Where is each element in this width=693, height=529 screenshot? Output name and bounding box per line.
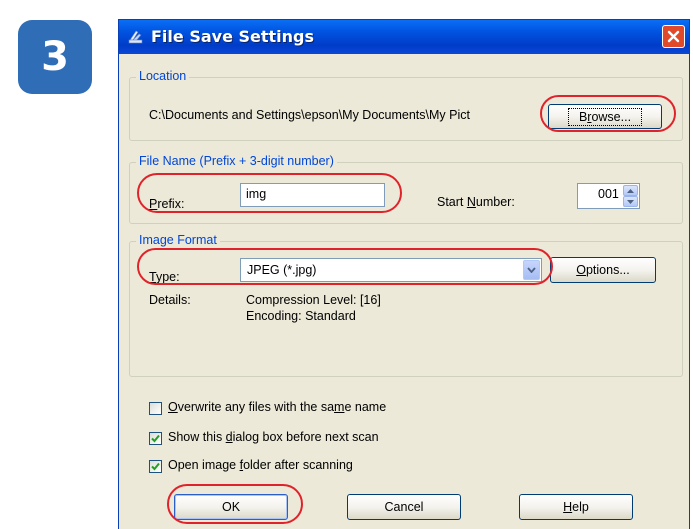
type-select-value: JPEG (*.jpg) <box>247 263 317 277</box>
checkmark-icon <box>151 462 160 471</box>
spin-down-button[interactable] <box>623 196 638 207</box>
open-folder-label[interactable]: Open image folder after scanning <box>168 458 353 472</box>
details-label: Details: <box>149 293 191 307</box>
options-button-label: Options... <box>576 263 630 277</box>
file-save-settings-dialog: File Save Settings Location C:\Documents… <box>118 19 690 529</box>
type-dropdown-button[interactable] <box>523 260 540 280</box>
checkmark-icon <box>151 434 160 443</box>
type-label: Type: <box>149 270 180 284</box>
type-select[interactable]: JPEG (*.jpg) <box>240 258 542 282</box>
details-compression: Compression Level: [16] <box>246 293 381 307</box>
start-number-spin[interactable] <box>623 185 638 207</box>
help-button-label: Help <box>563 500 589 514</box>
spin-up-button[interactable] <box>623 185 638 196</box>
help-button[interactable]: Help <box>519 494 633 520</box>
dialog-title: File Save Settings <box>151 27 315 46</box>
spin-up-icon <box>627 188 634 193</box>
location-legend: Location <box>136 69 190 83</box>
file-name-legend: File Name (Prefix + 3-digit number) <box>136 154 337 168</box>
dropdown-arrow-icon <box>527 267 536 273</box>
close-icon <box>667 30 680 43</box>
start-number-label: Start Number: <box>437 195 515 209</box>
prefix-label: Prefix: <box>149 197 185 211</box>
show-dialog-label[interactable]: Show this dialog box before next scan <box>168 430 379 444</box>
step-number-badge: 3 <box>18 20 92 94</box>
overwrite-checkbox[interactable] <box>149 402 162 415</box>
ok-button[interactable]: OK <box>174 494 288 520</box>
browse-button[interactable]: Browse... <box>548 104 662 129</box>
browse-button-label: Browse... <box>567 107 643 126</box>
options-button[interactable]: Options... <box>550 257 656 283</box>
prefix-input[interactable]: img <box>240 183 385 207</box>
start-number-value: 001 <box>598 187 619 201</box>
cancel-button-label: Cancel <box>384 500 424 514</box>
start-number-stepper[interactable]: 001 <box>577 183 640 209</box>
scanner-icon <box>128 30 143 44</box>
close-button[interactable] <box>662 25 685 48</box>
ok-button-label: OK <box>221 500 241 514</box>
open-folder-checkbox[interactable] <box>149 460 162 473</box>
image-format-legend: Image Format <box>136 233 220 247</box>
show-dialog-checkbox[interactable] <box>149 432 162 445</box>
overwrite-label[interactable]: Overwrite any files with the same name <box>168 400 386 414</box>
title-bar[interactable]: File Save Settings <box>119 20 689 54</box>
spin-down-icon <box>627 199 634 204</box>
details-encoding: Encoding: Standard <box>246 309 356 323</box>
location-path: C:\Documents and Settings\epson\My Docum… <box>149 108 470 122</box>
cancel-button[interactable]: Cancel <box>347 494 461 520</box>
